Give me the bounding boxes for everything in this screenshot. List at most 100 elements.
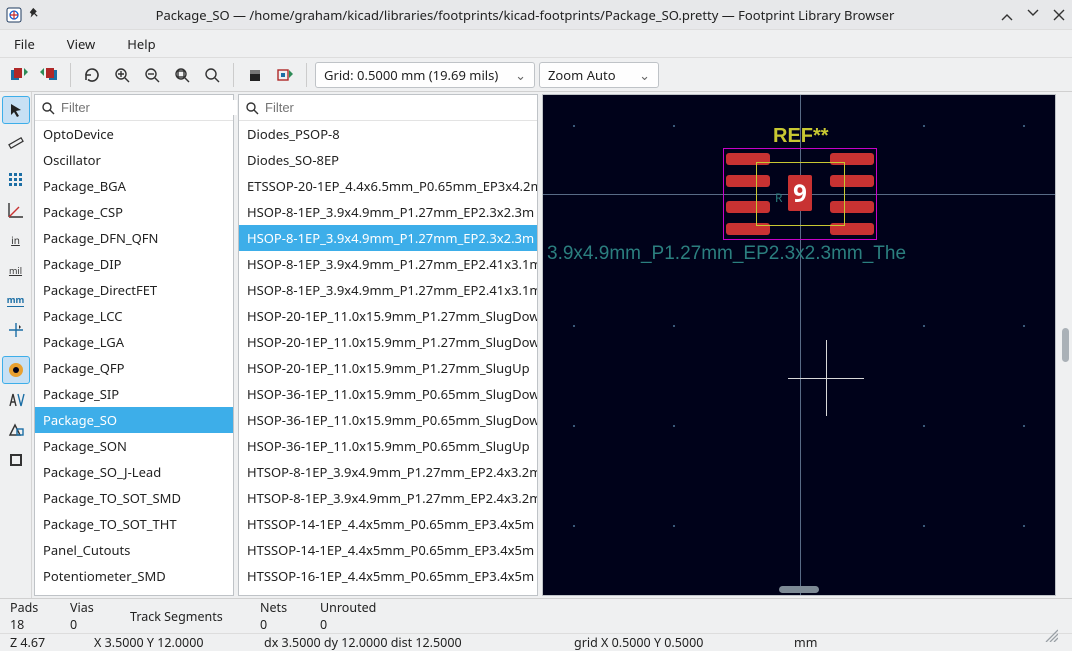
units-mil-icon[interactable]: mil (2, 256, 30, 284)
library-list-item[interactable]: Package_SIP (35, 381, 233, 407)
autozoom-icon[interactable] (2, 446, 30, 474)
graphics-display-icon[interactable] (2, 416, 30, 444)
grid-dropdown[interactable]: Grid: 0.5000 mm (19.69 mils) ⌄ (315, 62, 535, 88)
canvas-refdes: REF** (773, 125, 829, 148)
pin-icon[interactable] (28, 7, 44, 23)
close-button[interactable] (1052, 8, 1066, 22)
zoom-out-icon[interactable] (139, 62, 165, 88)
status-nets-label: Nets (260, 599, 300, 616)
maximize-button[interactable] (1026, 8, 1040, 22)
search-icon (245, 101, 259, 115)
status-track-label: Track Segments (130, 608, 240, 625)
footprint-list-item[interactable]: HSOP-36-1EP_11.0x15.9mm_P0.65mm_SlugDow (239, 407, 537, 433)
library-list-item[interactable]: Package_DFN_QFN (35, 225, 233, 251)
zoom-dropdown[interactable]: Zoom Auto ⌄ (539, 62, 659, 88)
footprint-list-panel: Diodes_PSOP-8Diodes_SO-8EPETSSOP-20-1EP_… (238, 94, 538, 596)
footprint-list-item[interactable]: HSOP-36-1EP_11.0x15.9mm_P0.65mm_SlugUp (239, 433, 537, 459)
library-list-item[interactable]: Package_BGA (35, 173, 233, 199)
main-area: in mil mm OptoDeviceOscillatorPackage_BG… (0, 92, 1072, 598)
status-vias-value: 0 (70, 616, 110, 633)
footprint-list-item[interactable]: HSOP-20-1EP_11.0x15.9mm_P1.27mm_SlugUp (239, 355, 537, 381)
status-unrouted-value: 0 (320, 616, 376, 633)
footprint-list-item[interactable]: HSOP-20-1EP_11.0x15.9mm_P1.27mm_SlugDow (239, 303, 537, 329)
footprint-list-item[interactable]: ETSSOP-20-1EP_4.4x6.5mm_P0.65mm_EP3x4.2m (239, 173, 537, 199)
select-tool-icon[interactable] (2, 96, 30, 124)
cursor-shape-icon[interactable] (2, 316, 30, 344)
library-list-item[interactable]: Oscillator (35, 147, 233, 173)
footprint-list-item[interactable]: HTSSOP-14-1EP_4.4x5mm_P0.65mm_EP3.4x5m (239, 511, 537, 537)
units-in-icon[interactable]: in (2, 226, 30, 254)
zoom-selection-icon[interactable] (199, 62, 225, 88)
insert-to-board-icon[interactable] (272, 62, 298, 88)
chevron-down-icon: ⌄ (515, 66, 526, 84)
zoom-in-icon[interactable] (109, 62, 135, 88)
footprint-list-item[interactable]: HSOP-20-1EP_11.0x15.9mm_P1.27mm_SlugDow (239, 329, 537, 355)
status-units: mm (784, 634, 827, 651)
menu-file[interactable]: File (8, 31, 41, 57)
status-vias-label: Vias (70, 599, 110, 616)
polar-coords-icon[interactable] (2, 196, 30, 224)
footprint-list[interactable]: Diodes_PSOP-8Diodes_SO-8EPETSSOP-20-1EP_… (239, 121, 537, 595)
window-title: Package_SO — /home/graham/kicad/librarie… (50, 6, 1000, 24)
library-list-item[interactable]: Panel_Cutouts (35, 537, 233, 563)
library-list-item[interactable]: Package_LCC (35, 303, 233, 329)
menu-help[interactable]: Help (121, 31, 161, 57)
resize-grip-icon[interactable] (1034, 628, 1068, 642)
horizontal-scrollbar[interactable] (779, 586, 819, 593)
library-list-item[interactable]: Package_CSP (35, 199, 233, 225)
status-dxy: dx 3.5000 dy 12.0000 dist 12.5000 (254, 634, 564, 651)
menu-view[interactable]: View (61, 31, 101, 57)
footprint-list-item[interactable]: HSOP-8-1EP_3.9x4.9mm_P1.27mm_EP2.3x2.3m (239, 225, 537, 251)
library-list-item[interactable]: Package_SO_J-Lead (35, 459, 233, 485)
library-next-icon[interactable] (36, 62, 62, 88)
footprint-list-item[interactable]: HSOP-36-1EP_11.0x15.9mm_P0.65mm_SlugDow (239, 381, 537, 407)
refresh-icon[interactable] (79, 62, 105, 88)
search-icon (41, 101, 55, 115)
status-unrouted-label: Unrouted (320, 599, 376, 616)
footprint-filter-row (239, 95, 537, 121)
canvas-value-text: 3.9x4.9mm_P1.27mm_EP2.3x2.3mm_The (547, 243, 906, 265)
footprint-list-item[interactable]: HSOP-8-1EP_3.9x4.9mm_P1.27mm_EP2.41x3.1m (239, 277, 537, 303)
chevron-down-icon: ⌄ (639, 66, 650, 84)
library-list[interactable]: OptoDeviceOscillatorPackage_BGAPackage_C… (35, 121, 233, 595)
library-list-item[interactable]: Package_SO (35, 407, 233, 433)
library-list-item[interactable]: Package_TO_SOT_SMD (35, 485, 233, 511)
footprint-list-item[interactable]: Diodes_PSOP-8 (239, 121, 537, 147)
footprint-list-item[interactable]: HSOP-8-1EP_3.9x4.9mm_P1.27mm_EP2.41x3.1m (239, 251, 537, 277)
grid-toggle-icon[interactable] (2, 166, 30, 194)
left-toolstrip: in mil mm (0, 92, 32, 598)
footprint-list-item[interactable]: HSOP-8-1EP_3.9x4.9mm_P1.27mm_EP2.3x2.3m (239, 199, 537, 225)
units-mm-icon[interactable]: mm (2, 286, 30, 314)
library-list-item[interactable]: Package_DIP (35, 251, 233, 277)
library-list-item[interactable]: Package_QFP (35, 355, 233, 381)
footprint-filter-input[interactable] (265, 100, 531, 115)
footprint-canvas[interactable]: REF** 9 R 3.9x4.9mm_P1.27mm_EP2.3x2.3mm_… (542, 94, 1056, 596)
menubar: File View Help (0, 30, 1072, 58)
library-list-item[interactable]: Package_DirectFET (35, 277, 233, 303)
library-filter-input[interactable] (61, 100, 237, 115)
library-list-item[interactable]: Package_SON (35, 433, 233, 459)
footprint-list-item[interactable]: Diodes_SO-8EP (239, 147, 537, 173)
view-3d-icon[interactable] (242, 62, 268, 88)
app-icon (6, 7, 22, 23)
text-display-icon[interactable] (2, 386, 30, 414)
footprint-list-item[interactable]: HTSOP-8-1EP_3.9x4.9mm_P1.27mm_EP2.4x3.2m (239, 459, 537, 485)
canvas-ep-number: 9 (788, 175, 812, 211)
library-list-item[interactable]: OptoDevice (35, 121, 233, 147)
footprint-list-item[interactable]: HTSSOP-16-1EP_4.4x5mm_P0.65mm_EP3.4x5m (239, 563, 537, 589)
footprint-list-item[interactable]: HTSOP-8-1EP_3.9x4.9mm_P1.27mm_EP2.4x3.2m (239, 485, 537, 511)
measure-tool-icon[interactable] (2, 126, 30, 154)
zoom-fit-icon[interactable] (169, 62, 195, 88)
status-xy: X 3.5000 Y 12.0000 (84, 634, 254, 651)
library-prev-icon[interactable] (6, 62, 32, 88)
vertical-scrollbar[interactable] (1062, 328, 1069, 362)
library-list-item[interactable]: Package_TO_SOT_THT (35, 511, 233, 537)
window-titlebar: Package_SO — /home/graham/kicad/librarie… (0, 0, 1072, 30)
footprint-list-item[interactable]: HTSSOP-14-1EP_4.4x5mm_P0.65mm_EP3.4x5m (239, 537, 537, 563)
status-pads-value: 18 (10, 616, 50, 633)
library-list-item[interactable]: Potentiometer_SMD (35, 563, 233, 589)
pad-fill-icon[interactable] (2, 356, 30, 384)
library-list-panel: OptoDeviceOscillatorPackage_BGAPackage_C… (34, 94, 234, 596)
library-list-item[interactable]: Package_LGA (35, 329, 233, 355)
minimize-button[interactable] (1000, 8, 1014, 22)
